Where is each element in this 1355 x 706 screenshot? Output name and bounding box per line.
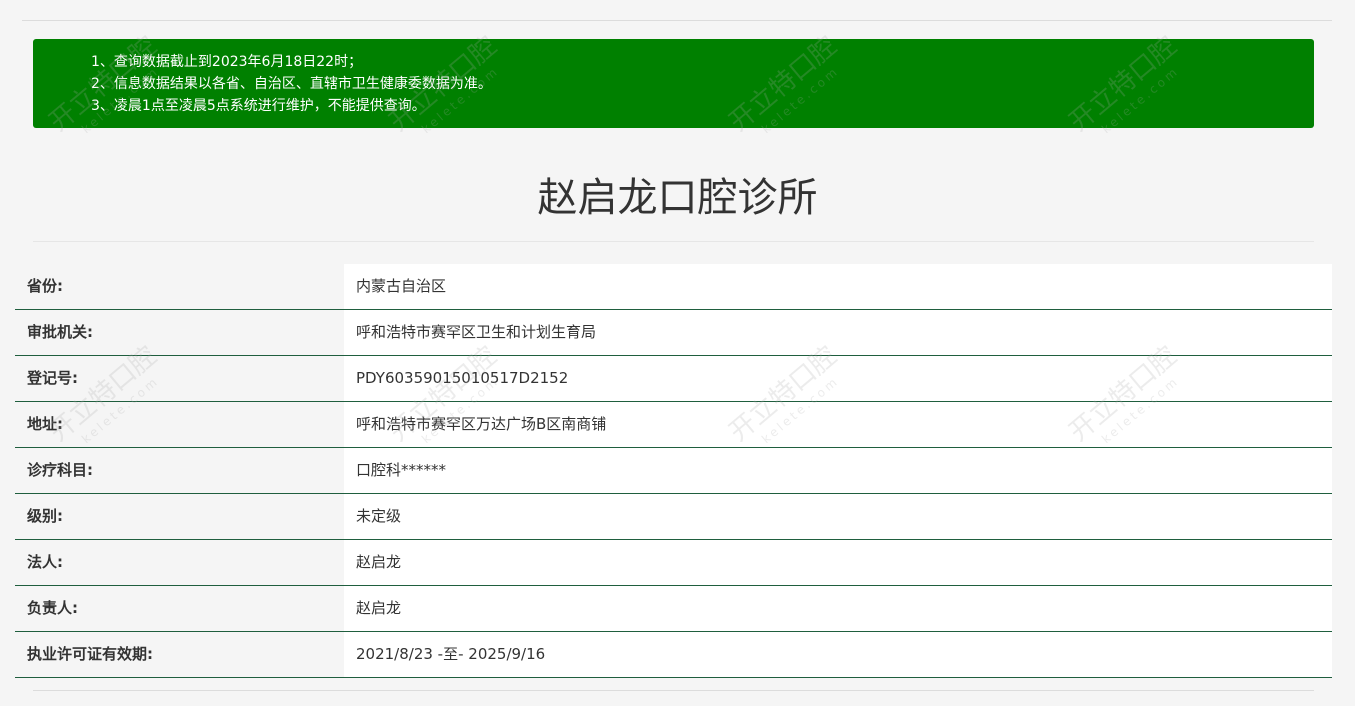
- row-value: 内蒙古自治区: [344, 264, 1332, 309]
- row-value: 呼和浩特市赛罕区卫生和计划生育局: [344, 310, 1332, 355]
- row-value: 口腔科******: [344, 448, 1332, 493]
- table-row-address: 地址: 呼和浩特市赛罕区万达广场B区南商铺: [15, 402, 1332, 448]
- notice-line-2: 2、信息数据结果以各省、自治区、直辖市卫生健康委数据为准。: [91, 76, 492, 92]
- table-row-registration-no: 登记号: PDY60359015010517D2152: [15, 356, 1332, 402]
- row-value: PDY60359015010517D2152: [344, 356, 1332, 401]
- table-row-province: 省份: 内蒙古自治区: [15, 264, 1332, 310]
- row-label: 级别:: [15, 494, 344, 539]
- bottom-divider: [33, 690, 1314, 691]
- row-label: 审批机关:: [15, 310, 344, 355]
- row-value: 未定级: [344, 494, 1332, 539]
- row-label: 地址:: [15, 402, 344, 447]
- row-value: 呼和浩特市赛罕区万达广场B区南商铺: [344, 402, 1332, 447]
- top-divider: [22, 20, 1332, 21]
- table-row-legal-person: 法人: 赵启龙: [15, 540, 1332, 586]
- table-row-departments: 诊疗科目: 口腔科******: [15, 448, 1332, 494]
- table-row-level: 级别: 未定级: [15, 494, 1332, 540]
- table-row-authority: 审批机关: 呼和浩特市赛罕区卫生和计划生育局: [15, 310, 1332, 356]
- table-row-person-in-charge: 负责人: 赵启龙: [15, 586, 1332, 632]
- row-label: 省份:: [15, 264, 344, 309]
- row-value: 2021/8/23 -至- 2025/9/16: [344, 632, 1332, 677]
- notice-banner: 1、查询数据截止到2023年6月18日22时； 2、信息数据结果以各省、自治区、…: [33, 39, 1314, 128]
- row-label: 负责人:: [15, 586, 344, 631]
- table-row-license-validity: 执业许可证有效期: 2021/8/23 -至- 2025/9/16: [15, 632, 1332, 678]
- clinic-info-table: 省份: 内蒙古自治区 审批机关: 呼和浩特市赛罕区卫生和计划生育局 登记号: P…: [15, 264, 1332, 678]
- row-label: 法人:: [15, 540, 344, 585]
- title-divider: [33, 241, 1314, 242]
- row-label: 执业许可证有效期:: [15, 632, 344, 677]
- notice-line-1: 1、查询数据截止到2023年6月18日22时；: [91, 54, 363, 70]
- row-value: 赵启龙: [344, 540, 1332, 585]
- row-label: 登记号:: [15, 356, 344, 401]
- notice-line-3: 3、凌晨1点至凌晨5点系统进行维护，不能提供查询。: [91, 98, 426, 114]
- page-title: 赵启龙口腔诊所: [537, 175, 818, 221]
- row-value: 赵启龙: [344, 586, 1332, 631]
- row-label: 诊疗科目:: [15, 448, 344, 493]
